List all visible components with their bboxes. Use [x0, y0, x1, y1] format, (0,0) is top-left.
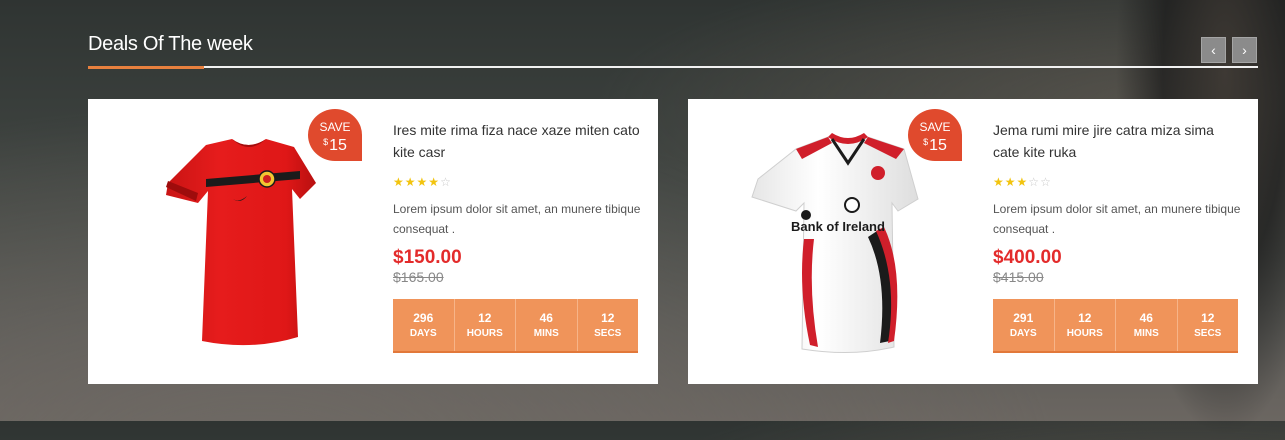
countdown-timer: 296 DAYS 12 HOURS 46 MINS 12 SECS — [393, 299, 638, 353]
product-info: Jema rumi mire jire catra miza sima cate… — [993, 119, 1243, 285]
chevron-left-icon: ‹ — [1211, 42, 1216, 58]
countdown-hours: 12 HOURS — [1055, 299, 1116, 351]
product-description: Lorem ipsum dolor sit amet, an munere ti… — [993, 202, 1241, 236]
star-filled-icon: ★ — [393, 175, 405, 189]
countdown-days: 291 DAYS — [993, 299, 1055, 351]
star-filled-icon: ★ — [428, 175, 441, 189]
product-description: Lorem ipsum dolor sit amet, an munere ti… — [393, 202, 641, 236]
product-name[interactable]: Jema rumi mire jire catra miza sima cate… — [993, 119, 1243, 163]
prev-button[interactable]: ‹ — [1201, 37, 1226, 63]
next-button[interactable]: › — [1232, 37, 1257, 63]
title-accent-underline — [88, 66, 204, 69]
star-empty-icon: ☆ — [1040, 175, 1052, 189]
countdown-timer: 291 DAYS 12 HOURS 46 MINS 12 SECS — [993, 299, 1238, 353]
star-filled-icon: ★ — [416, 175, 429, 189]
product-old-price: $165.00 — [393, 269, 444, 285]
section-title: Deals Of The week — [88, 33, 253, 55]
countdown-mins: 46 MINS — [1116, 299, 1178, 351]
star-filled-icon: ★ — [1004, 175, 1017, 189]
star-rating: ★★★★☆ — [393, 175, 643, 189]
chevron-right-icon: › — [1242, 42, 1247, 58]
jersey-sponsor-text: Bank of Ireland — [791, 219, 885, 234]
countdown-secs: 12 SECS — [1194, 311, 1222, 339]
deal-card[interactable]: Bank of Ireland SAVE $15 Jema rumi mire … — [688, 99, 1258, 384]
save-badge: SAVE $15 — [908, 109, 962, 161]
star-filled-icon: ★ — [404, 175, 417, 189]
product-price: $150.00 — [393, 247, 462, 268]
star-filled-icon: ★ — [1016, 175, 1029, 189]
product-old-price: $415.00 — [993, 269, 1044, 285]
countdown-mins: 46 MINS — [516, 299, 578, 351]
star-empty-icon: ☆ — [440, 175, 452, 189]
title-divider — [88, 66, 1258, 68]
save-badge: SAVE $15 — [308, 109, 362, 161]
countdown-secs: 12 SECS — [594, 311, 622, 339]
countdown-hours: 12 HOURS — [455, 299, 516, 351]
product-info: Ires mite rima fiza nace xaze miten cato… — [393, 119, 643, 285]
star-empty-icon: ☆ — [1028, 175, 1041, 189]
star-rating: ★★★☆☆ — [993, 175, 1243, 189]
countdown-days: 296 DAYS — [393, 299, 455, 351]
deal-card[interactable]: SAVE $15 Ires mite rima fiza nace xaze m… — [88, 99, 658, 384]
product-price: $400.00 — [993, 247, 1062, 268]
product-name[interactable]: Ires mite rima fiza nace xaze miten cato… — [393, 119, 643, 163]
section-header: Deals Of The week ‹ › — [88, 30, 1258, 70]
star-filled-icon: ★ — [993, 175, 1005, 189]
